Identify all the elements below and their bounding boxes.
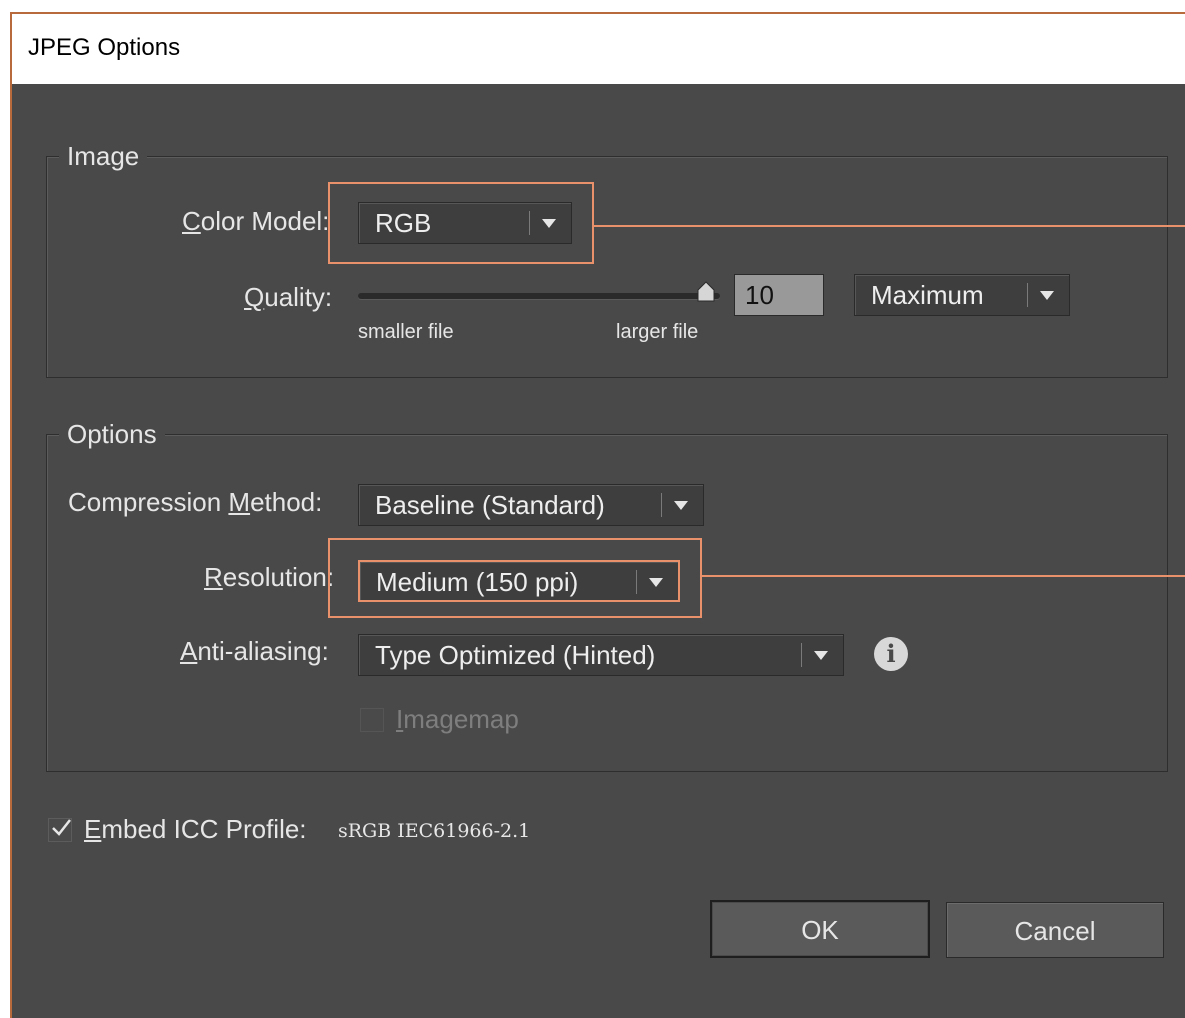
icc-profile-name: sRGB IEC61966-2.1 bbox=[338, 820, 531, 842]
chevron-down-icon bbox=[674, 501, 688, 510]
chevron-down-icon bbox=[814, 651, 828, 660]
image-group: Image bbox=[46, 141, 1168, 378]
chevron-down-icon bbox=[1040, 291, 1054, 300]
larger-file-label: larger file bbox=[616, 321, 699, 343]
quality-preset-value: Maximum bbox=[871, 280, 984, 310]
image-group-legend: Image bbox=[59, 141, 148, 171]
title-bar[interactable]: JPEG Options bbox=[12, 14, 1185, 84]
check-icon bbox=[52, 819, 71, 836]
color-model-highlight bbox=[328, 182, 594, 264]
jpeg-options-window: JPEG Options Image Color Model: RGB Qual… bbox=[10, 12, 1185, 1018]
dropdown-separator bbox=[661, 493, 662, 517]
resolution-highlight bbox=[328, 538, 702, 618]
quality-preset-dropdown[interactable]: Maximum bbox=[854, 274, 1070, 316]
anti-aliasing-dropdown[interactable]: Type Optimized (Hinted) bbox=[358, 634, 844, 676]
color-model-label: Color Model: bbox=[182, 206, 330, 236]
resolution-label: Resolution: bbox=[204, 562, 335, 592]
options-group-legend: Options bbox=[59, 419, 165, 449]
imagemap-checkbox[interactable] bbox=[360, 708, 384, 732]
quality-value-field[interactable]: 10 bbox=[734, 274, 824, 316]
embed-icc-checkbox[interactable] bbox=[48, 818, 72, 842]
dialog-body: Image Color Model: RGB Quality: smaller … bbox=[12, 84, 1185, 1018]
quality-value: 10 bbox=[745, 280, 774, 310]
imagemap-label: Imagemap bbox=[396, 704, 519, 734]
dropdown-separator bbox=[1027, 283, 1028, 307]
info-icon[interactable]: i bbox=[874, 637, 908, 671]
resolution-callout-line bbox=[702, 575, 1185, 577]
quality-slider-thumb[interactable] bbox=[696, 280, 716, 302]
quality-label: Quality: bbox=[244, 282, 333, 312]
smaller-file-label: smaller file bbox=[358, 321, 454, 343]
quality-slider[interactable] bbox=[358, 293, 720, 299]
ok-button[interactable]: OK bbox=[710, 900, 930, 958]
compression-method-value: Baseline (Standard) bbox=[375, 490, 605, 520]
compression-method-dropdown[interactable]: Baseline (Standard) bbox=[358, 484, 704, 526]
compression-method-label: Compression Method: bbox=[68, 487, 323, 517]
window-title: JPEG Options bbox=[28, 34, 181, 61]
color-model-callout-line bbox=[594, 225, 1185, 227]
anti-aliasing-value: Type Optimized (Hinted) bbox=[375, 640, 656, 670]
anti-aliasing-label: Anti-aliasing: bbox=[180, 636, 329, 666]
cancel-button[interactable]: Cancel bbox=[946, 902, 1164, 958]
dropdown-separator bbox=[801, 643, 802, 667]
embed-icc-label: Embed ICC Profile: bbox=[84, 814, 307, 844]
